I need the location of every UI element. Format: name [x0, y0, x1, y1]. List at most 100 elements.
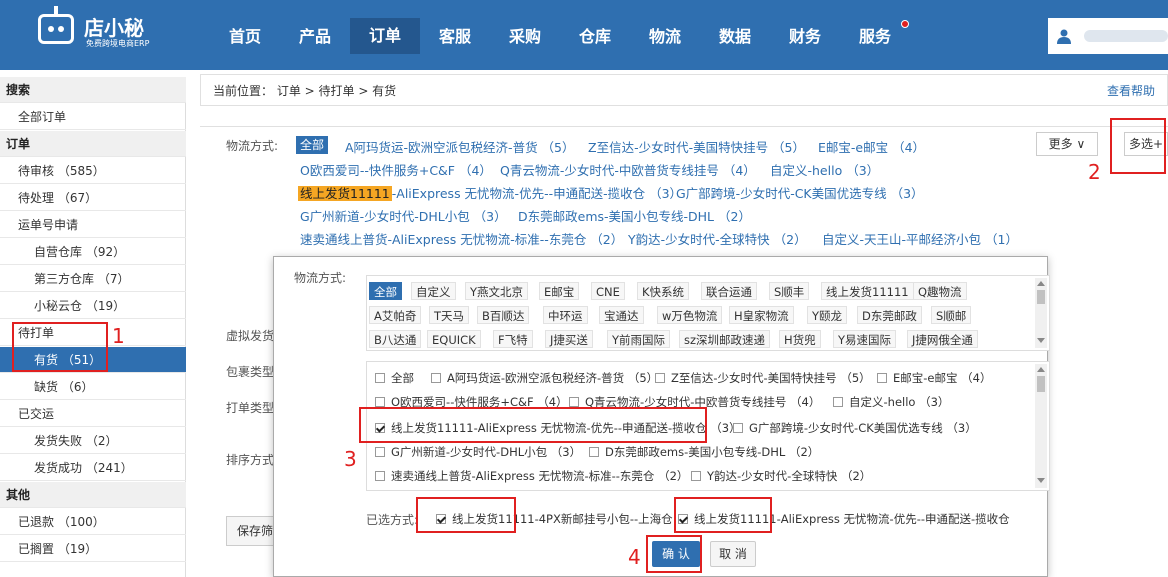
- sidebar-out-of-stock[interactable]: 缺货 （6）: [0, 374, 186, 400]
- checkbox-icon[interactable]: [375, 397, 385, 407]
- carrier-option[interactable]: 速卖通线上普货-AliExpress 无忧物流-标准--东莞仓 （2）: [375, 468, 688, 484]
- carrier-tag[interactable]: J捷网俄全通: [907, 330, 978, 348]
- logistics-link[interactable]: Z至信达-少女时代-美国特快挂号 （5）: [588, 137, 805, 156]
- sidebar-ship-success[interactable]: 发货成功 （241）: [0, 455, 186, 481]
- checkbox-icon[interactable]: [877, 373, 887, 383]
- logo[interactable]: 店小秘 免费跨境电商ERP: [38, 6, 188, 50]
- carrier-tag[interactable]: D东莞邮政: [857, 306, 922, 324]
- carrier-option[interactable]: D东莞邮政ems-美国小包专线-DHL （2）: [589, 444, 819, 460]
- carrier-tag[interactable]: Y易速国际: [833, 330, 897, 348]
- nav-orders[interactable]: 订单: [350, 18, 420, 54]
- logistics-link[interactable]: D东莞邮政ems-美国小包专线-DHL （2）: [518, 206, 751, 225]
- scroll-up-icon[interactable]: [1037, 367, 1045, 372]
- sidebar-refunded[interactable]: 已退款 （100）: [0, 509, 186, 535]
- sidebar-third-warehouse[interactable]: 第三方仓库 （7）: [0, 266, 186, 292]
- option-list-scrollbar[interactable]: [1035, 364, 1047, 488]
- logistics-link[interactable]: A阿玛货运-欧洲空派包税经济-普货 （5）: [345, 137, 575, 156]
- nav-services[interactable]: 服务: [840, 22, 910, 52]
- carrier-tag[interactable]: 全部: [369, 282, 402, 300]
- nav-service[interactable]: 客服: [420, 22, 490, 52]
- scroll-up-icon[interactable]: [1037, 281, 1045, 286]
- carrier-tag[interactable]: B八达通: [369, 330, 422, 348]
- carrier-tag[interactable]: 线上发货11111: [821, 282, 914, 300]
- logistics-all-chip[interactable]: 全部: [296, 136, 329, 154]
- carrier-tag[interactable]: w万色物流: [657, 306, 723, 324]
- scroll-down-icon[interactable]: [1037, 338, 1045, 343]
- carrier-option[interactable]: G广部跨境-少女时代-CK美国优选专线 （3）: [733, 420, 977, 436]
- carrier-tag[interactable]: Y前雨国际: [607, 330, 671, 348]
- sidebar-pending-process[interactable]: 待处理 （67）: [0, 185, 186, 211]
- sidebar-ship-fail[interactable]: 发货失败 （2）: [0, 428, 186, 454]
- carrier-tag[interactable]: 宝通达: [599, 306, 644, 324]
- checkbox-icon[interactable]: [569, 397, 579, 407]
- carrier-option[interactable]: E邮宝-e邮宝 （4）: [877, 370, 991, 386]
- tag-area-scrollbar[interactable]: [1035, 278, 1047, 348]
- carrier-tag[interactable]: S顺邮: [931, 306, 972, 324]
- nav-finance[interactable]: 财务: [770, 22, 840, 52]
- checkbox-icon[interactable]: [375, 471, 385, 481]
- sidebar-all-orders[interactable]: 全部订单: [0, 104, 186, 130]
- checkbox-icon[interactable]: [691, 471, 701, 481]
- carrier-tag[interactable]: Y燕文北京: [465, 282, 529, 300]
- carrier-option[interactable]: Y韵达-少女时代-全球特快 （2）: [691, 468, 871, 484]
- carrier-option[interactable]: G广州新道-少女时代-DHL小包 （3）: [375, 444, 581, 460]
- carrier-tag[interactable]: F飞特: [493, 330, 533, 348]
- checkbox-icon[interactable]: [655, 373, 665, 383]
- nav-products[interactable]: 产品: [280, 22, 350, 52]
- carrier-tag[interactable]: Q趣物流: [913, 282, 967, 300]
- carrier-tag[interactable]: K快系统: [637, 282, 690, 300]
- carrier-tag[interactable]: 中环运: [543, 306, 588, 324]
- carrier-tag[interactable]: sz深圳邮政速递: [679, 330, 771, 348]
- checkbox-icon[interactable]: [375, 447, 385, 457]
- logistics-link[interactable]: G广部跨境-少女时代-CK美国优选专线 （3）: [676, 183, 924, 202]
- carrier-tag[interactable]: E邮宝: [539, 282, 580, 300]
- user-menu[interactable]: [1048, 18, 1168, 54]
- sidebar-cloud-warehouse[interactable]: 小秘云仓 （19）: [0, 293, 186, 319]
- sidebar-search[interactable]: 搜索: [0, 77, 186, 103]
- carrier-tag[interactable]: EQUICK: [427, 330, 481, 348]
- logistics-link[interactable]: 速卖通线上普货-AliExpress 无忧物流-标准--东莞仓 （2）: [300, 229, 623, 248]
- carrier-tag[interactable]: J捷买送: [545, 330, 593, 348]
- carrier-tag[interactable]: Y颐龙: [807, 306, 848, 324]
- scroll-thumb[interactable]: [1037, 290, 1045, 304]
- carrier-tag[interactable]: T天马: [429, 306, 470, 324]
- nav-data[interactable]: 数据: [700, 22, 770, 52]
- nav-purchase[interactable]: 采购: [490, 22, 560, 52]
- scroll-down-icon[interactable]: [1037, 478, 1045, 483]
- carrier-option[interactable]: 全部: [375, 370, 414, 386]
- carrier-option[interactable]: A阿玛货运-欧洲空派包税经济-普货 （5）: [431, 370, 658, 386]
- carrier-tag[interactable]: 联合运通: [701, 282, 757, 300]
- nav-home[interactable]: 首页: [210, 22, 280, 52]
- checkbox-icon[interactable]: [733, 423, 743, 433]
- checkbox-icon[interactable]: [833, 397, 843, 407]
- checkbox-icon[interactable]: [589, 447, 599, 457]
- logistics-link[interactable]: G广州新道-少女时代-DHL小包 （3）: [300, 206, 507, 225]
- help-link[interactable]: 查看帮助: [1107, 75, 1155, 107]
- nav-warehouse[interactable]: 仓库: [560, 22, 630, 52]
- sidebar-tracking-apply[interactable]: 运单号申请: [0, 212, 186, 238]
- logistics-link[interactable]: 自定义-天王山-平邮经济小包 （1）: [822, 229, 1018, 248]
- carrier-tag[interactable]: A艾帕奇: [369, 306, 422, 324]
- logistics-link-online[interactable]: 线上发货11111 -AliExpress 无忧物流-优先--申通配送-揽收仓 （…: [298, 183, 682, 202]
- logistics-link[interactable]: E邮宝-e邮宝 （4）: [818, 137, 925, 156]
- more-button[interactable]: 更多 ∨: [1036, 132, 1098, 156]
- logistics-link[interactable]: 自定义-hello （3）: [770, 160, 879, 179]
- cancel-button[interactable]: 取 消: [710, 541, 756, 567]
- carrier-tag[interactable]: S顺丰: [769, 282, 810, 300]
- sidebar-on-hold[interactable]: 已搁置 （19）: [0, 536, 186, 562]
- logistics-link[interactable]: O欧西爱司--快件服务+C&F （4）: [300, 160, 492, 179]
- logistics-link[interactable]: Y韵达-少女时代-全球特快 （2）: [628, 229, 807, 248]
- nav-logistics[interactable]: 物流: [630, 22, 700, 52]
- sidebar-own-warehouse[interactable]: 自营仓库 （92）: [0, 239, 186, 265]
- carrier-tag[interactable]: H皇家物流: [729, 306, 794, 324]
- carrier-tag[interactable]: H货兜: [779, 330, 821, 348]
- carrier-tag[interactable]: CNE: [591, 282, 625, 300]
- carrier-option[interactable]: Z至信达-少女时代-美国特快挂号 （5）: [655, 370, 871, 386]
- scroll-thumb[interactable]: [1037, 376, 1045, 392]
- carrier-option[interactable]: 自定义-hello （3）: [833, 394, 949, 410]
- sidebar-shipped[interactable]: 已交运: [0, 401, 186, 427]
- carrier-tag[interactable]: B百顺达: [477, 306, 530, 324]
- checkbox-icon[interactable]: [375, 373, 385, 383]
- carrier-tag[interactable]: 自定义: [411, 282, 456, 300]
- logistics-link[interactable]: Q青云物流-少女时代-中欧普货专线挂号 （4）: [500, 160, 756, 179]
